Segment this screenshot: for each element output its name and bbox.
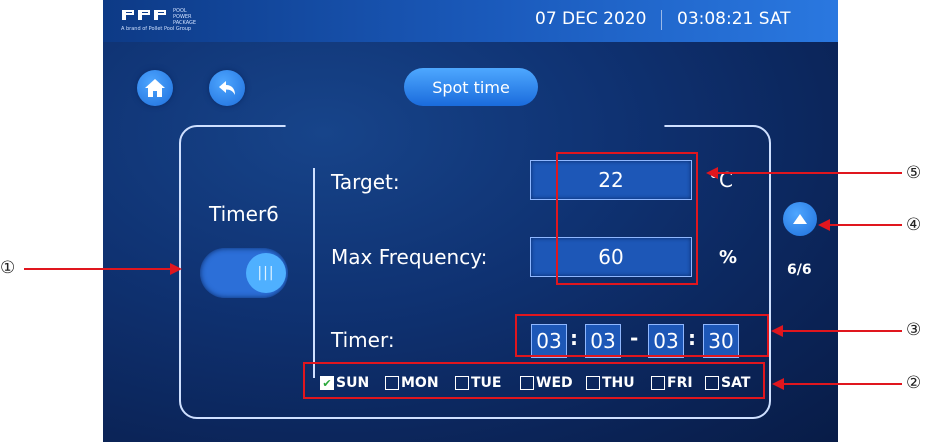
max-frequency-unit: %	[719, 247, 738, 268]
page-indicator: 6/6	[787, 262, 812, 278]
logo-tagline: A brand of Pollet Pool Group	[121, 26, 192, 32]
spot-time-button[interactable]: Spot time	[404, 68, 538, 106]
callout-4: ④	[906, 215, 922, 235]
page-up-button[interactable]	[783, 202, 817, 236]
timer-label: Timer:	[331, 328, 395, 352]
status-date: 07 DEC 2020	[535, 9, 647, 29]
callout-1-arrow-icon	[170, 263, 182, 275]
ppp-logo: POOL POWER PACKAGE A brand of Pollet Poo…	[121, 8, 241, 36]
status-weekday: SAT	[758, 9, 791, 29]
callout-5-line	[716, 172, 902, 174]
annotation-box-5	[556, 152, 698, 285]
callout-2-line	[782, 383, 902, 385]
callout-3-line	[781, 330, 902, 332]
status-time: 03:08:21 SAT	[677, 9, 791, 29]
callout-5-arrow-icon	[706, 167, 718, 179]
panel-divider	[313, 168, 315, 378]
logo-mark-icon	[122, 10, 166, 20]
timer-name: Timer6	[209, 202, 279, 226]
callout-3-arrow-icon	[771, 325, 783, 337]
callout-5: ⑤	[906, 163, 922, 183]
status-divider	[661, 10, 662, 30]
triangle-up-icon	[793, 214, 807, 224]
back-button[interactable]	[209, 70, 245, 106]
callout-4-arrow-icon	[818, 219, 830, 231]
target-label: Target:	[331, 170, 400, 194]
callout-2-arrow-icon	[772, 378, 784, 390]
callout-4-line	[828, 224, 902, 226]
annotation-box-2	[303, 362, 765, 399]
callout-1: ①	[0, 258, 16, 278]
callout-3: ③	[906, 320, 922, 340]
home-button[interactable]	[137, 70, 173, 106]
timer-enable-toggle[interactable]: |||	[200, 248, 288, 298]
callout-2: ②	[906, 373, 922, 393]
max-frequency-label: Max Frequency:	[331, 245, 488, 269]
callout-1-line	[24, 268, 170, 270]
annotation-box-3	[515, 314, 769, 357]
status-bar: POOL POWER PACKAGE A brand of Pollet Poo…	[103, 0, 838, 42]
home-icon	[145, 79, 165, 97]
toggle-knob: |||	[246, 253, 286, 293]
back-arrow-icon	[219, 81, 235, 95]
status-clock: 03:08:21	[677, 9, 754, 29]
